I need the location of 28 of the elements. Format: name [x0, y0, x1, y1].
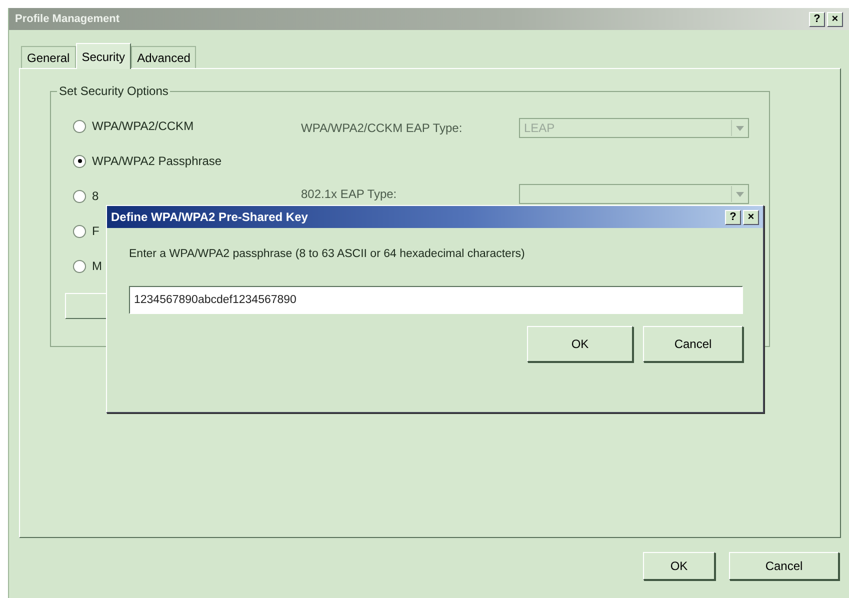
window-title: Profile Management — [15, 13, 120, 25]
dialog-button[interactable]: Cancel — [643, 326, 743, 362]
prompt-text: Enter a WPA/WPA2 passphrase (8 to 63 ASCII or 64 hexadecimal characters) — [129, 248, 526, 260]
close-button[interactable]: × — [743, 210, 759, 224]
eap-type-label: WPA/WPA2/CCKM EAP Type: — [301, 121, 464, 135]
eap-type-label: 802.1x EAP Type: — [301, 187, 398, 201]
dialog-button[interactable]: OK — [643, 552, 715, 580]
help-button[interactable]: ? — [725, 210, 741, 224]
passphrase-field[interactable]: 1234567890abcdef1234567890 — [129, 286, 743, 314]
close-button[interactable]: × — [827, 12, 843, 26]
dialog-title: Define WPA/WPA2 Pre-Shared Key — [111, 210, 308, 224]
radio-button[interactable] — [73, 260, 86, 272]
radio-label: WPA/WPA2/CCKM — [92, 119, 194, 133]
help-button[interactable]: ? — [809, 12, 825, 26]
radio-label: WPA/WPA2 Passphrase — [92, 154, 222, 168]
radio-label: F — [92, 224, 100, 238]
radio-button[interactable] — [73, 120, 86, 132]
dialog-button[interactable]: OK — [527, 326, 633, 362]
dialog-button[interactable]: Cancel — [729, 552, 839, 580]
group-title: Set Security Options — [57, 84, 170, 98]
radio-button[interactable] — [73, 154, 86, 168]
radio-label: 8 — [92, 189, 99, 203]
tab[interactable]: Advanced — [131, 46, 196, 68]
radio-button[interactable] — [73, 224, 86, 238]
tab[interactable]: Security — [76, 43, 132, 69]
radio-label: M — [92, 259, 102, 273]
radio-button[interactable] — [73, 190, 86, 202]
tab[interactable]: General — [21, 46, 76, 68]
